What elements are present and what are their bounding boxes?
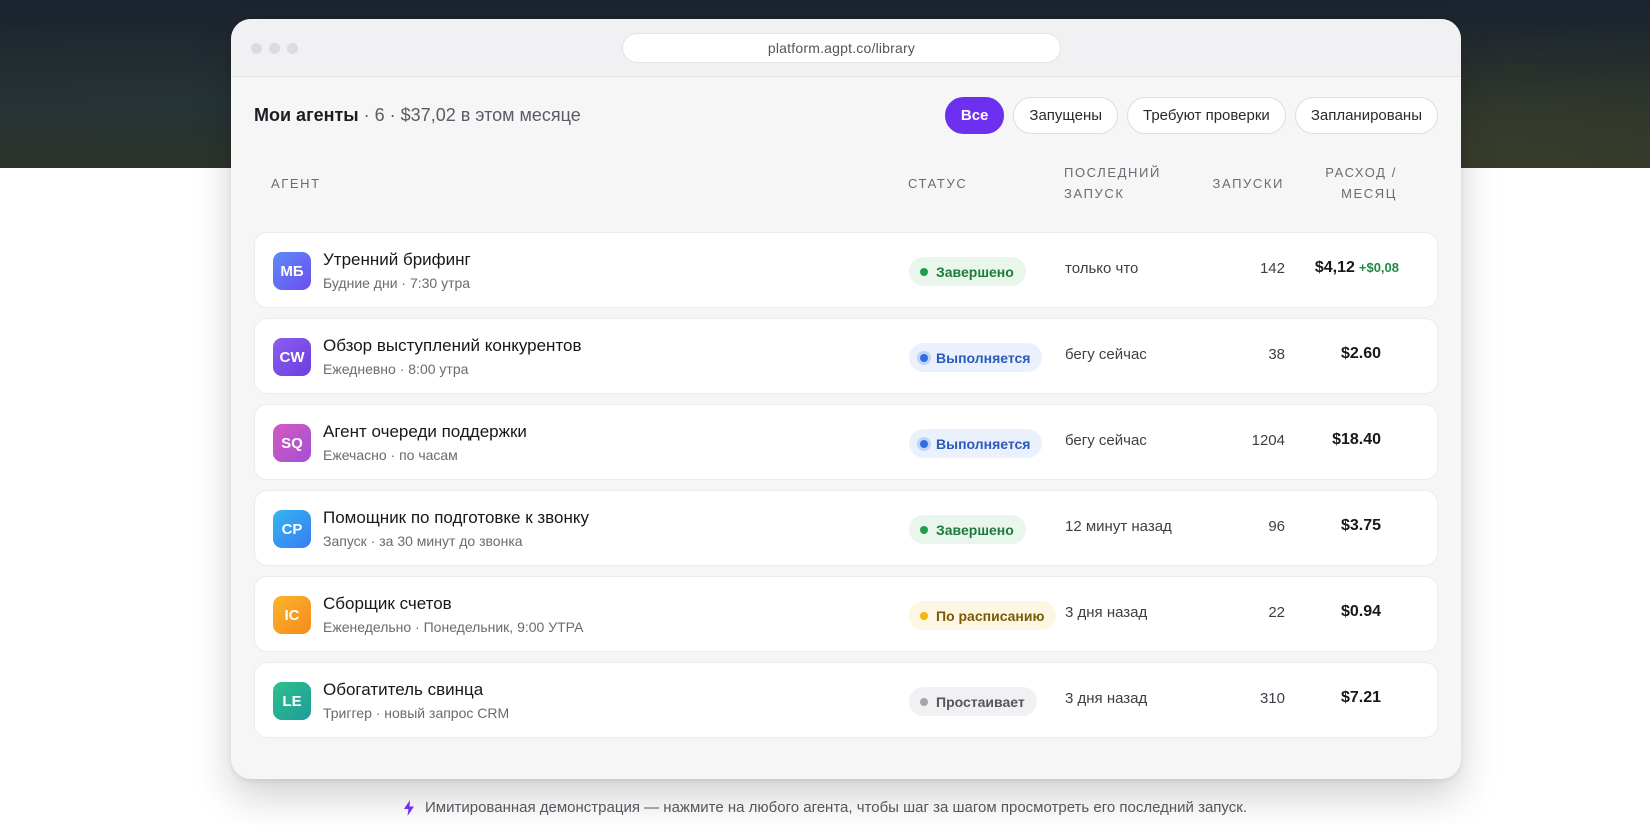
- status-badge: Простаивает: [909, 687, 1037, 716]
- cost-delta: +$0,08: [1358, 260, 1399, 275]
- maximize-dot-icon[interactable]: [287, 43, 298, 54]
- url-bar[interactable]: platform.agpt.co/library: [622, 33, 1061, 63]
- agent-schedule: Ежечасно · по часам: [323, 447, 458, 463]
- monthly-cost: $0.94: [1340, 603, 1381, 620]
- monthly-cost: $2.60: [1340, 345, 1381, 362]
- agent-name: Агент очереди поддержки: [323, 422, 527, 441]
- agent-name: Помощник по подготовке к звонку: [323, 508, 589, 527]
- status-badge: Выполняется: [909, 343, 1043, 372]
- status-label: Простаивает: [936, 693, 1025, 710]
- monthly-cost: $18.40: [1332, 431, 1381, 448]
- filter-chips: Все Запущены Требуют проверки Запланиров…: [944, 96, 1438, 134]
- status-badge: Завершено: [909, 515, 1026, 544]
- agent-row[interactable]: МБ Утренний брифинг Будние дни · 7:30 ут…: [254, 232, 1438, 308]
- monthly-cost: $4,12 +$0,08: [1255, 259, 1399, 277]
- agent-name: Утренний брифинг: [323, 250, 471, 269]
- agent-avatar: LE: [273, 682, 311, 720]
- browser-window: platform.agpt.co/library Мои агенты · 6 …: [231, 19, 1461, 779]
- agent-row[interactable]: SQ Агент очереди поддержки Ежечасно · по…: [254, 404, 1438, 480]
- agent-schedule: Будние дни · 7:30 утра: [323, 275, 471, 291]
- table-header: АГЕНТ СТАТУС ПОСЛЕДНИЙ ЗАПУСК ЗАПУСКИ РА…: [254, 153, 1438, 213]
- agent-schedule: Еженедельно · Понедельник, 9:00 УТРА: [323, 619, 584, 635]
- agent-name: Обогатитель свинца: [323, 680, 484, 699]
- status-label: Завершено: [936, 263, 1014, 280]
- column-agent: АГЕНТ: [271, 176, 321, 191]
- status-badge: Выполняется: [909, 429, 1043, 458]
- status-dot-icon: [920, 439, 928, 448]
- last-run: бегу сейчас: [1065, 432, 1147, 449]
- last-run: 12 минут назад: [1065, 518, 1172, 535]
- status-label: Выполняется: [936, 435, 1031, 452]
- agent-row[interactable]: CP Помощник по подготовке к звонку Запус…: [254, 490, 1438, 566]
- agent-avatar: CP: [273, 510, 311, 548]
- page-title-meta: · 6 · $37,02 в этом месяце: [363, 104, 581, 125]
- page-header: Мои агенты · 6 · $37,02 в этом месяце Вс…: [254, 95, 1438, 135]
- agent-schedule: Триггер · новый запрос CRM: [323, 705, 510, 721]
- agent-row[interactable]: LE Обогатитель свинца Триггер · новый за…: [254, 662, 1438, 738]
- agent-schedule: Ежедневно · 8:00 утра: [323, 361, 469, 377]
- cost-value: $4,12: [1314, 259, 1355, 276]
- agent-avatar: IC: [273, 596, 311, 634]
- agent-name: Обзор выступлений конкурентов: [323, 336, 582, 355]
- status-badge: По расписанию: [909, 601, 1057, 630]
- column-status: СТАТУС: [908, 176, 968, 191]
- browser-titlebar: platform.agpt.co/library: [231, 19, 1461, 77]
- last-run: только что: [1065, 260, 1139, 277]
- agent-avatar: SQ: [273, 424, 311, 462]
- status-dot-icon: [920, 267, 928, 276]
- status-label: По расписанию: [936, 607, 1045, 624]
- agent-name: Сборщик счетов: [323, 594, 452, 613]
- agent-row[interactable]: CW Обзор выступлений конкурентов Ежеднев…: [254, 318, 1438, 394]
- agent-list: МБ Утренний брифинг Будние дни · 7:30 ут…: [254, 232, 1438, 748]
- filter-all[interactable]: Все: [944, 96, 1005, 134]
- filter-scheduled[interactable]: Запланированы: [1294, 96, 1438, 134]
- close-dot-icon[interactable]: [251, 43, 262, 54]
- status-badge: Завершено: [909, 257, 1026, 286]
- demo-note-text: Имитированная демонстрация — нажмите на …: [425, 799, 1247, 816]
- agent-avatar: МБ: [273, 252, 311, 290]
- column-cost: РАСХОД / МЕСЯЦ: [1325, 165, 1397, 201]
- minimize-dot-icon[interactable]: [269, 43, 280, 54]
- status-label: Завершено: [936, 521, 1014, 538]
- status-label: Выполняется: [936, 349, 1031, 366]
- last-run: 3 дня назад: [1065, 604, 1148, 621]
- lightning-icon: [404, 799, 415, 816]
- status-dot-icon: [920, 353, 928, 362]
- last-run: бегу сейчас: [1065, 346, 1147, 363]
- page-title-text: Мои агенты: [254, 104, 359, 125]
- demo-note: Имитированная демонстрация — нажмите на …: [0, 799, 1650, 816]
- last-run: 3 дня назад: [1065, 690, 1148, 707]
- agent-schedule: Запуск · за 30 минут до звонка: [323, 533, 523, 549]
- status-dot-icon: [920, 697, 928, 706]
- column-last-run: ПОСЛЕДНИЙ ЗАПУСК: [1064, 165, 1161, 201]
- status-dot-icon: [920, 525, 928, 534]
- monthly-cost: $7.21: [1340, 689, 1381, 706]
- filter-running[interactable]: Запущены: [1013, 96, 1119, 134]
- page-title: Мои агенты · 6 · $37,02 в этом месяце: [254, 105, 581, 126]
- agent-avatar: CW: [273, 338, 311, 376]
- filter-needs-review[interactable]: Требуют проверки: [1127, 96, 1286, 134]
- agent-row[interactable]: IC Сборщик счетов Еженедельно · Понедель…: [254, 576, 1438, 652]
- window-controls: [251, 43, 298, 54]
- status-dot-icon: [920, 611, 928, 620]
- monthly-cost: $3.75: [1340, 517, 1381, 534]
- column-runs: ЗАПУСКИ: [1212, 176, 1284, 191]
